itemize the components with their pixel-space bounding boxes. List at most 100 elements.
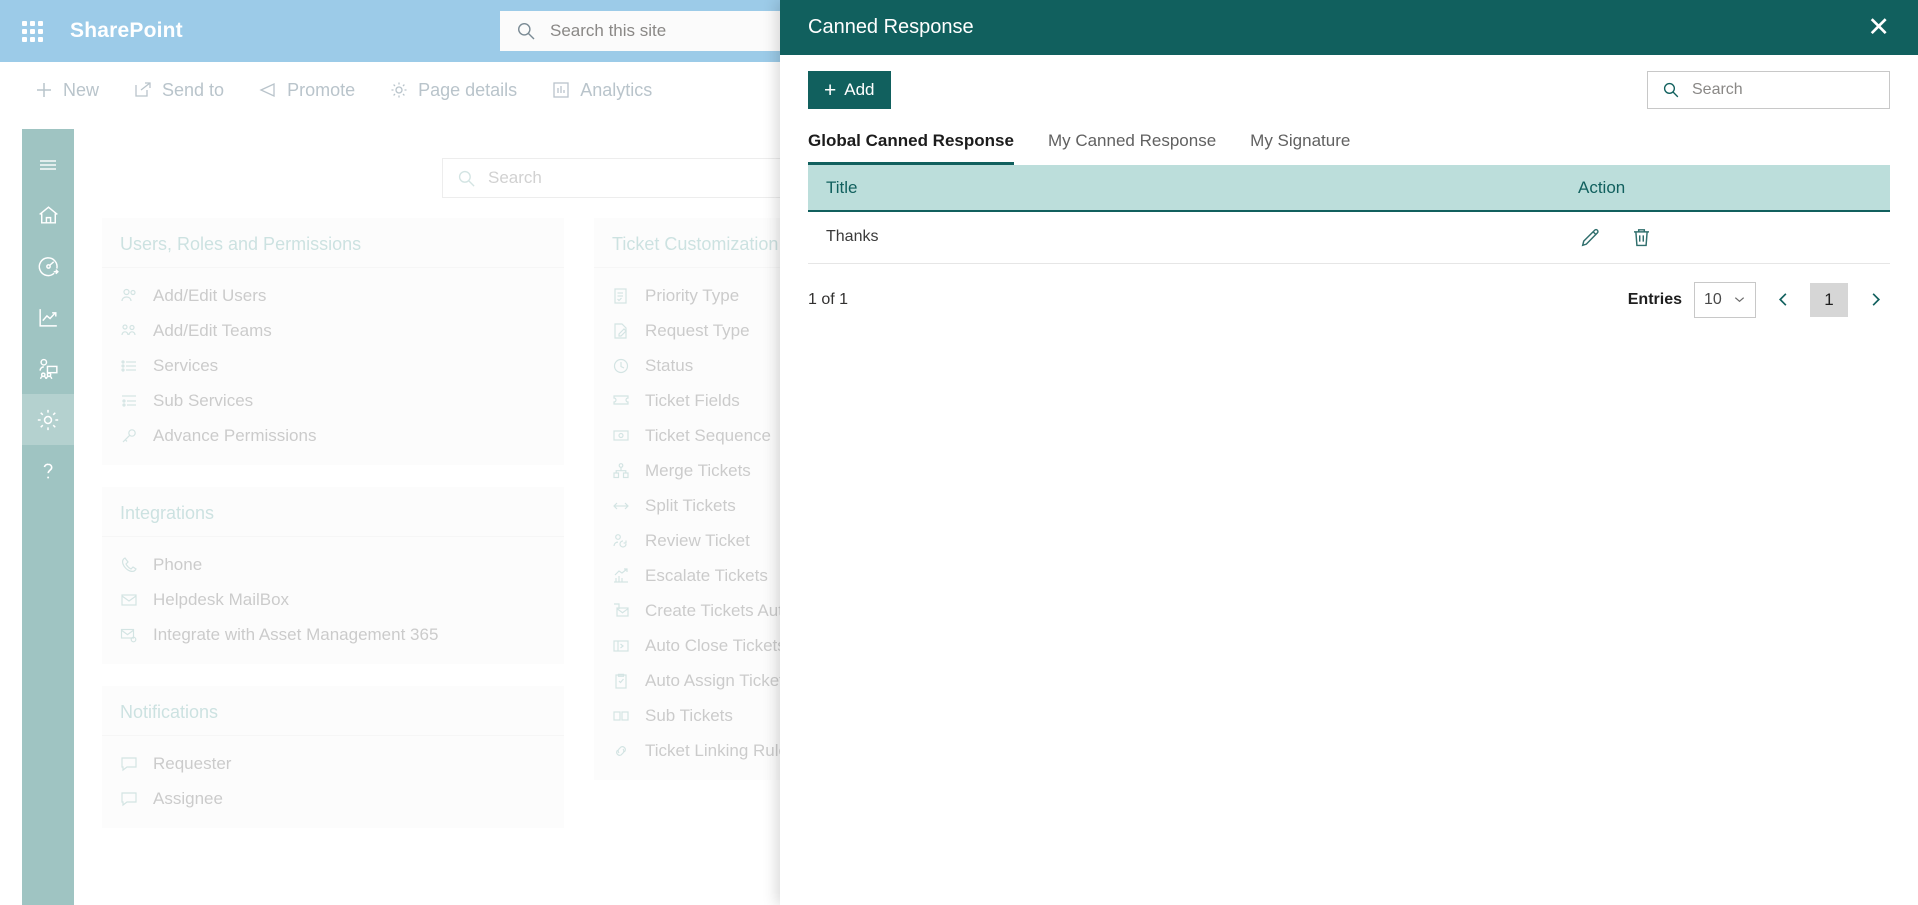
list-item-label: Split Tickets <box>645 495 736 515</box>
panel-search-placeholder: Search <box>1692 81 1743 98</box>
sidebar-item-home[interactable] <box>22 190 74 241</box>
sub-list-icon <box>120 392 142 410</box>
close-icon[interactable]: ✕ <box>1863 14 1894 41</box>
command-new[interactable]: New <box>34 80 99 101</box>
table-pager: 1 of 1 Entries 10 1 <box>780 264 1918 318</box>
search-icon <box>457 169 476 188</box>
list-item-label: Escalate Tickets <box>645 565 768 585</box>
column-header-title[interactable]: Title <box>808 165 1560 212</box>
entries-label: Entries <box>1627 290 1682 308</box>
card-users-roles-permissions: Users, Roles and Permissions Add/Edit Us… <box>102 218 564 465</box>
list-item[interactable]: Services <box>102 348 564 383</box>
tab-my-signature[interactable]: My Signature <box>1250 131 1350 165</box>
panel-tabs: Global Canned Response My Canned Respons… <box>780 109 1918 165</box>
list-item[interactable]: Requester <box>102 746 564 781</box>
speedometer-icon <box>36 254 61 279</box>
link-icon <box>612 742 634 760</box>
command-analytics-label: Analytics <box>580 79 653 100</box>
search-icon <box>1662 81 1680 99</box>
question-mark-icon <box>35 458 61 484</box>
list-item[interactable]: Add/Edit Teams <box>102 313 564 348</box>
list-item-label: Sub Services <box>153 390 254 410</box>
sidebar-item-menu[interactable] <box>22 139 74 190</box>
ticket-sequence-icon <box>612 427 634 445</box>
sidebar-item-teams[interactable] <box>22 343 74 394</box>
list-item[interactable]: Integrate with Asset Management 365 <box>102 617 564 652</box>
app-launcher-button[interactable] <box>8 20 56 42</box>
command-new-label: New <box>63 79 100 100</box>
rail-spacer <box>22 129 74 139</box>
priority-icon <box>612 287 634 305</box>
card-list: Add/Edit Users Add/Edit Teams Services S… <box>102 268 564 457</box>
list-item[interactable]: Sub Services <box>102 383 564 418</box>
hamburger-icon <box>36 153 60 177</box>
split-icon <box>612 497 634 515</box>
canned-response-panel: Canned Response ✕ + Add Search Global Ca… <box>780 0 1918 905</box>
command-promote[interactable]: Promote <box>258 80 355 101</box>
search-icon <box>516 21 536 41</box>
table-head: Title Action <box>808 165 1890 212</box>
command-send-to-label: Send to <box>162 79 225 100</box>
key-icon <box>120 427 142 445</box>
list-item[interactable]: Assignee <box>102 781 564 816</box>
column-header-action: Action <box>1560 165 1890 212</box>
list-item[interactable]: Add/Edit Users <box>102 278 564 313</box>
card-title: Notifications <box>102 686 564 736</box>
list-item-label: Request Type <box>645 320 750 340</box>
list-item-label: Review Ticket <box>645 530 750 550</box>
sidebar-item-settings[interactable] <box>22 394 74 445</box>
chevron-down-icon <box>1733 293 1746 306</box>
command-page-details[interactable]: Page details <box>389 80 517 101</box>
gear-icon <box>389 80 409 100</box>
edit-icon[interactable] <box>1578 225 1603 250</box>
list-item[interactable]: Phone <box>102 547 564 582</box>
delete-icon[interactable] <box>1629 225 1654 250</box>
mail-gear-icon <box>120 626 142 644</box>
auto-create-icon <box>612 602 634 620</box>
gear-icon <box>35 407 61 433</box>
phone-icon <box>120 556 142 574</box>
people-presentation-icon <box>36 356 61 381</box>
page-number-1[interactable]: 1 <box>1810 282 1848 317</box>
comment-icon <box>120 755 142 773</box>
escalate-icon <box>612 567 634 585</box>
list-item-label: Helpdesk MailBox <box>153 589 290 609</box>
list-icon <box>120 357 142 375</box>
entries-per-page-select[interactable]: 10 <box>1694 281 1756 318</box>
list-item[interactable]: Advance Permissions <box>102 418 564 453</box>
list-item-label: Priority Type <box>645 285 740 305</box>
sharepoint-brand[interactable]: SharePoint <box>70 19 183 43</box>
list-item-label: Merge Tickets <box>645 460 751 480</box>
list-item[interactable]: Helpdesk MailBox <box>102 582 564 617</box>
panel-search-input[interactable]: Search <box>1647 71 1890 109</box>
prev-page-button[interactable] <box>1768 283 1798 317</box>
card-list: Phone Helpdesk MailBox Integrate with As… <box>102 537 564 656</box>
add-button[interactable]: + Add <box>808 71 891 109</box>
pager-summary: 1 of 1 <box>808 290 849 308</box>
table-header-row: Title Action <box>808 165 1890 212</box>
sidebar-item-reports[interactable] <box>22 292 74 343</box>
home-icon <box>36 203 61 228</box>
table-row[interactable]: Thanks <box>808 211 1890 264</box>
mail-icon <box>120 591 142 609</box>
users-icon <box>120 287 142 305</box>
list-item-label: Integrate with Asset Management 365 <box>153 624 439 644</box>
tab-my-canned-response[interactable]: My Canned Response <box>1048 131 1216 165</box>
table-body: Thanks <box>808 211 1890 264</box>
list-item-label: Phone <box>153 554 203 574</box>
canned-response-table: Title Action Thanks <box>808 165 1890 264</box>
next-page-button[interactable] <box>1860 283 1890 317</box>
sidebar-item-dashboard[interactable] <box>22 241 74 292</box>
plus-icon: + <box>824 78 837 102</box>
card-integrations: Integrations Phone Helpdesk MailBox Inte… <box>102 487 564 664</box>
command-send-to[interactable]: Send to <box>133 80 224 101</box>
command-analytics[interactable]: Analytics <box>551 80 652 101</box>
list-item-label: Auto Close Tickets <box>645 635 786 655</box>
card-title: Users, Roles and Permissions <box>102 218 564 268</box>
card-list: Requester Assignee <box>102 736 564 820</box>
add-button-label: Add <box>844 80 875 99</box>
sidebar-item-help[interactable] <box>22 445 74 496</box>
cell-title: Thanks <box>808 211 1560 264</box>
tab-global-canned-response[interactable]: Global Canned Response <box>808 131 1014 165</box>
list-item-label: Requester <box>153 753 232 773</box>
